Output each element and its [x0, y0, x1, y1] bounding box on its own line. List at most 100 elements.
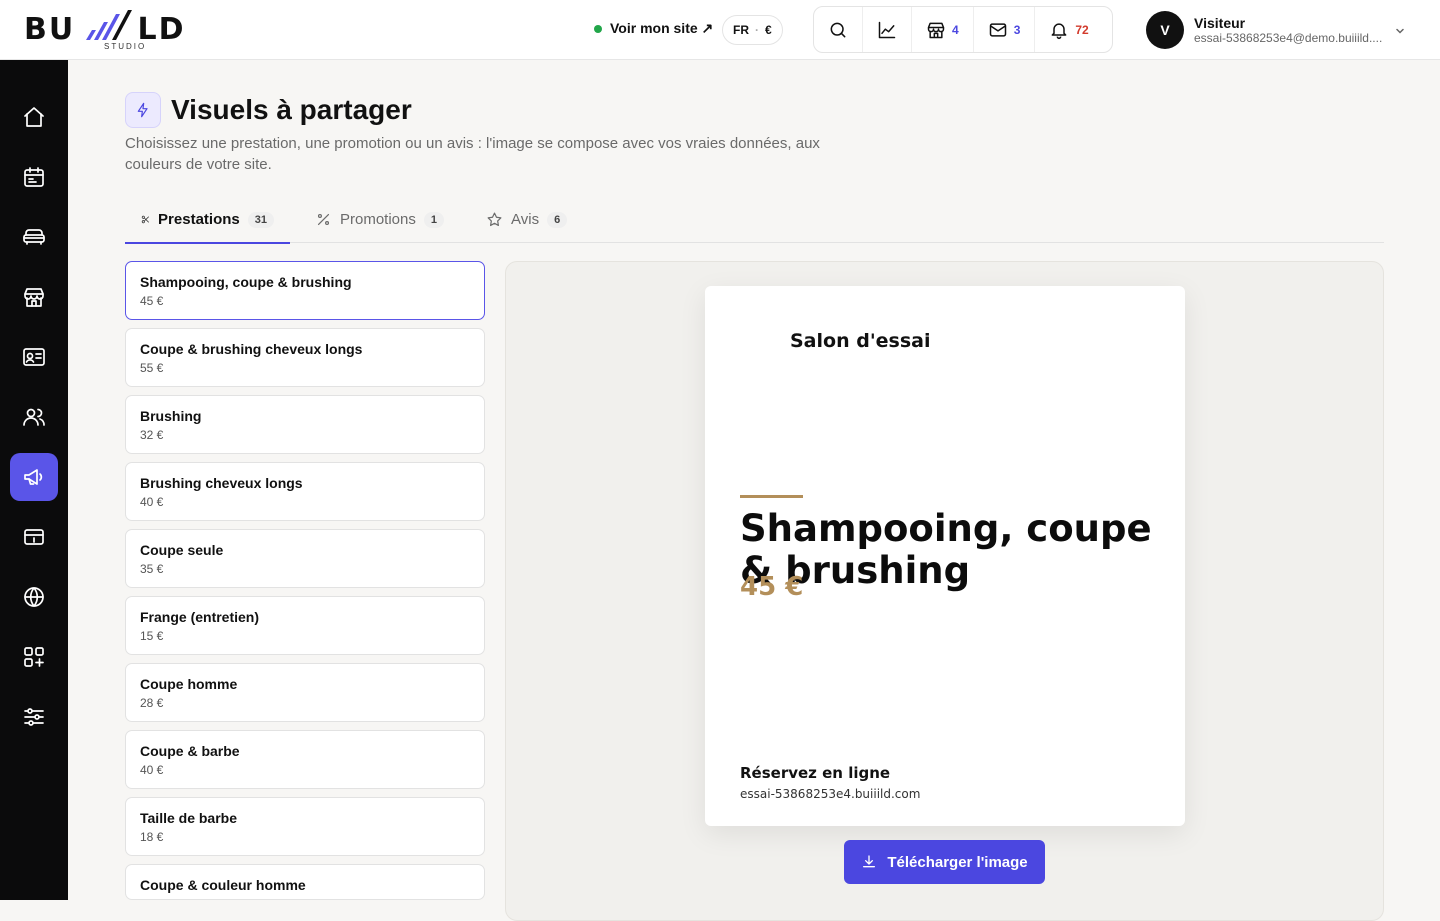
page-subtitle: Choisissez une prestation, une promotion… — [125, 135, 820, 173]
logo-bars-icon — [86, 10, 132, 40]
download-icon — [863, 855, 876, 868]
download-label: Télécharger l'image — [887, 853, 1028, 871]
id-card-icon — [23, 348, 45, 366]
service-name: Coupe homme — [140, 676, 238, 692]
page-title: Visuels à partager — [171, 94, 412, 125]
globe-icon — [24, 587, 44, 607]
search-button[interactable] — [814, 7, 863, 52]
language-code: FR — [733, 23, 749, 37]
service-name: Frange (entretien) — [140, 609, 260, 625]
sidebar-item-agenda[interactable] — [10, 153, 58, 201]
list-item[interactable]: Coupe & barbe 40 € — [125, 730, 485, 789]
list-item[interactable]: Brushing cheveux longs 40 € — [125, 462, 485, 521]
service-name: Coupe seule — [140, 542, 224, 558]
separator-dot: · — [755, 23, 759, 37]
list-item[interactable]: Shampooing, coupe & brushing 45 € — [125, 261, 485, 320]
sidebar-item-team[interactable] — [10, 393, 58, 441]
list-item[interactable]: Coupe homme 28 € — [125, 663, 485, 722]
mail-icon — [989, 22, 1006, 37]
brand-logo[interactable]: BU LD STUDIO — [24, 8, 184, 52]
view-site-link[interactable]: Voir mon site ↗ — [594, 20, 713, 37]
service-price: 18 € — [140, 830, 164, 844]
calendar-icon — [24, 167, 44, 187]
bell-icon — [1051, 22, 1067, 39]
sidebar — [0, 60, 68, 900]
percent-icon — [317, 213, 330, 226]
visual-preview-card: Salon d'essai Shampooing, coupe & brushi… — [705, 286, 1185, 826]
notifications-count: 72 — [1075, 22, 1089, 37]
sidebar-item-home[interactable] — [10, 93, 58, 141]
top-bar: BU LD STUDIO Voir mon site ↗ FR · € 4 3 … — [0, 0, 1440, 60]
list-item[interactable]: Coupe & couleur homme — [125, 864, 485, 900]
user-email: essai-53868253e4@demo.buiiild.... — [1194, 31, 1383, 45]
salon-name: Salon d'essai — [790, 330, 931, 352]
messages-count: 3 — [1013, 22, 1021, 37]
sidebar-item-clients[interactable] — [10, 333, 58, 381]
sofa-icon — [23, 229, 45, 245]
service-price: 15 € — [140, 629, 164, 643]
service-price: 55 € — [140, 361, 164, 375]
service-name: Coupe & barbe — [140, 743, 240, 759]
tab-avis[interactable]: Avis 6 — [486, 196, 568, 243]
tab-count: 1 — [423, 211, 444, 228]
sidebar-item-marketing[interactable] — [10, 453, 58, 501]
messages-button[interactable]: 3 — [974, 7, 1036, 52]
preview-title: Shampooing, coupe & brushing — [740, 507, 1152, 592]
sidebar-item-apps[interactable] — [10, 633, 58, 681]
sidebar-item-website[interactable] — [10, 573, 58, 621]
list-item[interactable]: Coupe & brushing cheveux longs 55 € — [125, 328, 485, 387]
download-image-button[interactable]: Télécharger l'image — [844, 840, 1045, 884]
scissors-icon — [141, 215, 149, 224]
preview-price: 45 € — [740, 572, 804, 602]
apps-add-icon — [24, 647, 44, 667]
accent-rule — [740, 495, 803, 498]
tab-label: Promotions — [340, 211, 416, 228]
service-price: 40 € — [140, 495, 164, 509]
tab-label: Avis — [511, 211, 540, 228]
tab-prestations[interactable]: Prestations 31 — [125, 196, 290, 244]
tab-bar: Prestations 31 Promotions 1 Avis 6 — [125, 196, 1384, 244]
header-toolbar: 4 3 72 — [813, 6, 1113, 53]
tab-promotions[interactable]: Promotions 1 — [315, 196, 444, 243]
preview-url: essai-53868253e4.buiiild.com — [740, 787, 921, 801]
search-icon — [830, 22, 846, 37]
service-price: 35 € — [140, 562, 164, 576]
chart-line-icon — [878, 21, 896, 38]
notifications-button[interactable]: 72 — [1035, 7, 1102, 52]
service-name: Brushing cheveux longs — [140, 475, 303, 491]
list-item[interactable]: Frange (entretien) 15 € — [125, 596, 485, 655]
sidebar-item-shop[interactable] — [10, 273, 58, 321]
service-price: 45 € — [140, 294, 164, 308]
service-name: Shampooing, coupe & brushing — [140, 274, 352, 290]
home-icon — [24, 107, 44, 127]
receipt-icon — [24, 529, 44, 545]
language-currency-switch[interactable]: FR · € — [722, 15, 783, 45]
sidebar-item-billing[interactable] — [10, 513, 58, 561]
tab-count: 31 — [247, 211, 274, 228]
user-name: Visiteur — [1194, 15, 1246, 31]
chevron-down-icon — [1396, 28, 1404, 34]
avatar: V — [1146, 11, 1184, 49]
service-price: 32 € — [140, 428, 164, 442]
service-name: Coupe & couleur homme — [140, 877, 306, 893]
shop-button[interactable]: 4 — [912, 7, 974, 52]
preview-cta: Réservez en ligne — [740, 764, 891, 782]
service-price: 40 € — [140, 763, 164, 777]
list-item[interactable]: Taille de barbe 18 € — [125, 797, 485, 856]
list-item[interactable]: Brushing 32 € — [125, 395, 485, 454]
title-badge — [125, 92, 161, 128]
star-icon — [487, 212, 502, 227]
lightning-icon — [137, 102, 148, 118]
list-item[interactable]: Coupe seule 35 € — [125, 529, 485, 588]
logo-tagline: STUDIO — [104, 42, 147, 51]
online-status-dot — [594, 24, 602, 33]
store-icon — [24, 288, 44, 307]
service-name: Coupe & brushing cheveux longs — [140, 341, 363, 357]
currency-symbol: € — [765, 23, 772, 37]
tab-count: 6 — [547, 211, 568, 228]
stats-button[interactable] — [863, 7, 912, 52]
view-site-label: Voir mon site ↗ — [610, 20, 714, 36]
user-menu[interactable]: V Visiteur essai-53868253e4@demo.buiiild… — [1146, 11, 1404, 49]
sidebar-item-settings[interactable] — [10, 693, 58, 741]
sidebar-item-equipment[interactable] — [10, 213, 58, 261]
